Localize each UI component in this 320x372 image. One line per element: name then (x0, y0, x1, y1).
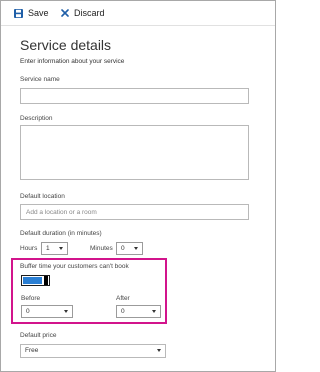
toolbar: Save Discard (1, 1, 275, 26)
chevron-down-icon (64, 310, 68, 313)
after-label: After (116, 295, 130, 302)
buffer-label: Buffer time your customers can't book (20, 263, 129, 270)
default-price-value: Free (25, 347, 39, 354)
close-icon (61, 9, 69, 17)
description-textarea[interactable] (20, 125, 249, 180)
minutes-value: 0 (121, 245, 125, 252)
default-price-label: Default price (20, 332, 57, 339)
minutes-dropdown[interactable]: 0 (116, 242, 143, 255)
before-dropdown[interactable]: 0 (21, 305, 73, 318)
service-name-input[interactable] (20, 88, 249, 104)
hours-value: 1 (46, 245, 50, 252)
after-value: 0 (121, 308, 125, 315)
default-duration-label: Default duration (in minutes) (20, 230, 102, 237)
chevron-down-icon (157, 349, 161, 352)
page-subtitle: Enter information about your service (20, 58, 125, 65)
default-price-dropdown[interactable]: Free (20, 344, 166, 358)
before-value: 0 (26, 308, 30, 315)
discard-button[interactable]: Discard (61, 6, 105, 20)
save-label: Save (28, 8, 49, 18)
before-label: Before (21, 295, 41, 302)
description-label: Description (20, 115, 53, 122)
after-dropdown[interactable]: 0 (116, 305, 161, 318)
page-title: Service details (20, 37, 112, 53)
chevron-down-icon (59, 247, 63, 250)
service-name-label: Service name (20, 76, 60, 83)
default-location-label: Default location (20, 193, 65, 200)
chevron-down-icon (152, 310, 156, 313)
discard-label: Discard (74, 8, 105, 18)
default-location-input[interactable]: Add a location or a room (20, 204, 249, 220)
service-details-panel: Save Discard Service details Enter infor… (0, 0, 276, 372)
chevron-down-icon (134, 247, 138, 250)
hours-dropdown[interactable]: 1 (41, 242, 68, 255)
save-icon (14, 8, 23, 18)
minutes-label: Minutes (90, 245, 113, 252)
hours-label: Hours (20, 245, 38, 252)
toggle-fill (23, 277, 42, 284)
default-location-placeholder: Add a location or a room (26, 209, 97, 216)
save-button[interactable]: Save (14, 6, 49, 20)
buffer-toggle[interactable] (21, 275, 50, 286)
toggle-knob (44, 276, 48, 285)
